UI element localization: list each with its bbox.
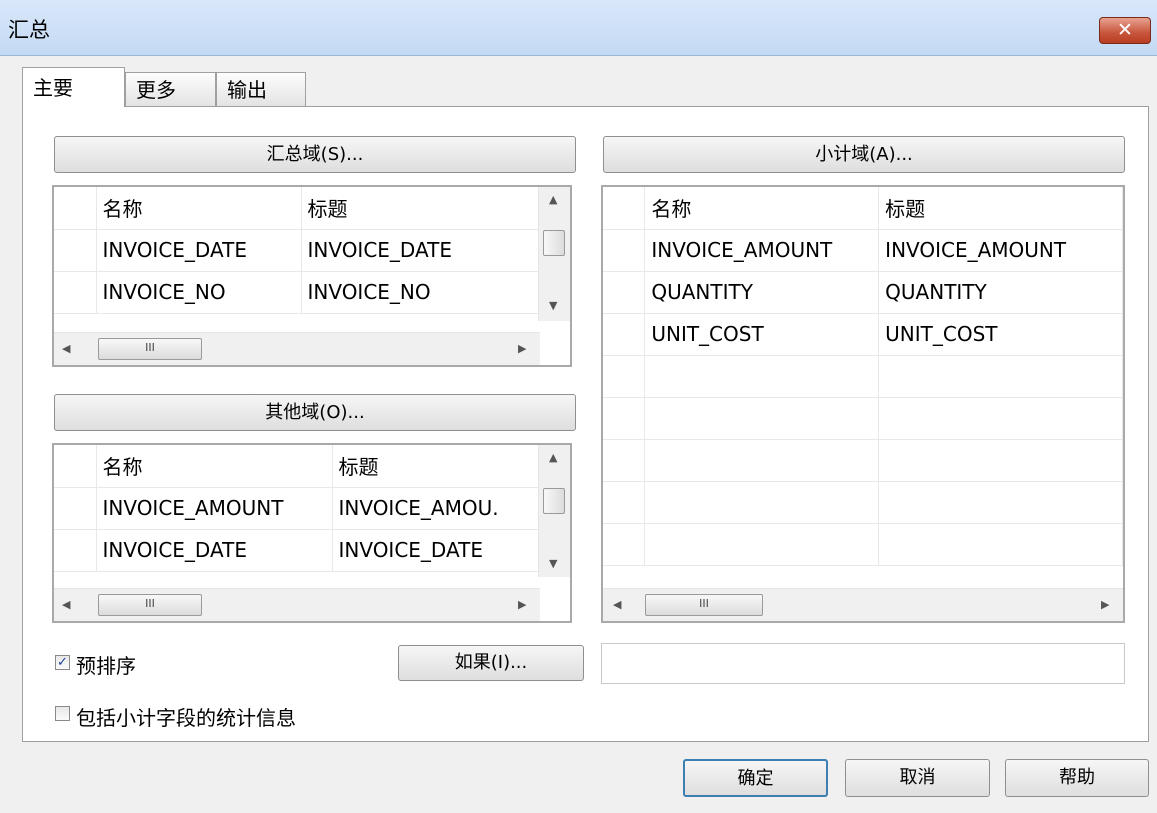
help-button[interactable]: 帮助 xyxy=(1005,759,1149,797)
cancel-button[interactable]: 取消 xyxy=(845,759,990,797)
ok-button[interactable]: 确定 xyxy=(683,759,828,797)
presort-checkbox[interactable]: ✓ xyxy=(55,655,70,670)
table-row[interactable]: UNIT_COST UNIT_COST xyxy=(603,313,1123,356)
scroll-right-icon[interactable]: ▶ xyxy=(518,598,526,611)
column-header-name[interactable]: 名称 xyxy=(96,445,333,488)
scroll-right-icon[interactable]: ▶ xyxy=(1101,598,1109,611)
cell-title[interactable]: INVOICE_NO xyxy=(301,271,542,314)
checkmark-icon: ✓ xyxy=(57,655,68,670)
cell-name[interactable]: INVOICE_AMOUNT xyxy=(96,487,333,530)
cell-name[interactable]: INVOICE_DATE xyxy=(96,229,302,272)
other-fields-button[interactable]: 其他域(O)... xyxy=(54,394,576,431)
cell-name[interactable]: INVOICE_DATE xyxy=(96,529,333,572)
column-header-title[interactable]: 标题 xyxy=(301,187,542,230)
subtotal-fields-grid[interactable]: 名称 标题 INVOICE_AMOUNT INVOICE_AMOUNT QUAN… xyxy=(601,185,1125,623)
horizontal-scrollbar[interactable]: ◀ III ▶ xyxy=(54,332,540,365)
cell-name[interactable]: QUANTITY xyxy=(644,271,880,314)
scroll-thumb[interactable] xyxy=(543,488,565,514)
cell-title[interactable]: UNIT_COST xyxy=(878,313,1123,356)
scroll-thumb[interactable]: III xyxy=(645,594,763,616)
column-header-name[interactable]: 名称 xyxy=(96,187,302,230)
table-row[interactable]: INVOICE_AMOUNT INVOICE_AMOU. xyxy=(54,487,543,530)
scroll-left-icon[interactable]: ◀ xyxy=(613,598,621,611)
include-stats-checkbox[interactable] xyxy=(55,706,70,721)
other-fields-grid[interactable]: 名称 标题 INVOICE_AMOUNT INVOICE_AMOU. INVOI… xyxy=(52,443,572,623)
tab-output[interactable]: 输出 xyxy=(216,72,306,106)
column-header-title[interactable]: 标题 xyxy=(332,445,543,488)
tab-main[interactable]: 主要 xyxy=(22,67,125,107)
tab-output-label: 输出 xyxy=(227,78,267,102)
vertical-scrollbar[interactable]: ▲ ▼ xyxy=(538,445,570,577)
cell-title[interactable]: INVOICE_DATE xyxy=(301,229,542,272)
tab-more[interactable]: 更多 xyxy=(125,72,216,106)
cell-name[interactable]: UNIT_COST xyxy=(644,313,880,356)
scroll-right-icon[interactable]: ▶ xyxy=(518,342,526,355)
horizontal-scrollbar[interactable]: ◀ III ▶ xyxy=(603,588,1123,621)
summary-fields-button[interactable]: 汇总域(S)... xyxy=(54,136,576,173)
tab-more-label: 更多 xyxy=(136,78,176,102)
table-header-row: 名称 标题 xyxy=(54,187,542,230)
tab-main-label: 主要 xyxy=(33,76,73,100)
cell-title[interactable]: INVOICE_AMOUNT xyxy=(878,229,1123,272)
scroll-left-icon[interactable]: ◀ xyxy=(62,342,70,355)
if-condition-field[interactable] xyxy=(601,643,1125,684)
scroll-thumb[interactable]: III xyxy=(98,594,202,616)
summary-fields-grid[interactable]: 名称 标题 INVOICE_DATE INVOICE_DATE INVOICE_… xyxy=(52,185,572,367)
cell-title[interactable]: INVOICE_DATE xyxy=(332,529,543,572)
table-row[interactable]: INVOICE_AMOUNT INVOICE_AMOUNT xyxy=(603,229,1123,272)
table-row[interactable]: INVOICE_NO INVOICE_NO xyxy=(54,271,542,314)
cell-name[interactable]: INVOICE_NO xyxy=(96,271,302,314)
table-row[interactable] xyxy=(603,481,1123,524)
subtotal-fields-table: 名称 标题 INVOICE_AMOUNT INVOICE_AMOUNT QUAN… xyxy=(603,187,1123,566)
table-row[interactable]: QUANTITY QUANTITY xyxy=(603,271,1123,314)
include-stats-label: 包括小计字段的统计信息 xyxy=(76,706,296,730)
table-row[interactable]: INVOICE_DATE INVOICE_DATE xyxy=(54,529,543,572)
summary-fields-table: 名称 标题 INVOICE_DATE INVOICE_DATE INVOICE_… xyxy=(54,187,542,314)
table-row[interactable] xyxy=(603,439,1123,482)
window-title: 汇总 xyxy=(8,18,50,42)
table-row[interactable]: INVOICE_DATE INVOICE_DATE xyxy=(54,229,542,272)
presort-label: 预排序 xyxy=(76,654,136,678)
close-icon: ✕ xyxy=(1117,19,1133,41)
cell-title[interactable]: QUANTITY xyxy=(878,271,1123,314)
table-row[interactable] xyxy=(603,397,1123,440)
scroll-thumb[interactable]: III xyxy=(98,338,202,360)
scroll-down-icon[interactable]: ▼ xyxy=(549,299,557,312)
scroll-down-icon[interactable]: ▼ xyxy=(549,557,557,570)
table-header-row: 名称 标题 xyxy=(603,187,1123,230)
title-bar: 汇总 ✕ xyxy=(0,0,1157,56)
cell-title[interactable]: INVOICE_AMOU. xyxy=(332,487,543,530)
horizontal-scrollbar[interactable]: ◀ III ▶ xyxy=(54,588,540,621)
table-header-row: 名称 标题 xyxy=(54,445,543,488)
table-row[interactable] xyxy=(603,355,1123,398)
cell-name[interactable]: INVOICE_AMOUNT xyxy=(644,229,880,272)
other-fields-table: 名称 标题 INVOICE_AMOUNT INVOICE_AMOU. INVOI… xyxy=(54,445,543,572)
scroll-left-icon[interactable]: ◀ xyxy=(62,598,70,611)
column-header-name[interactable]: 名称 xyxy=(644,187,880,230)
scroll-up-icon[interactable]: ▲ xyxy=(549,193,557,206)
column-header-title[interactable]: 标题 xyxy=(878,187,1123,230)
close-button[interactable]: ✕ xyxy=(1099,17,1151,44)
table-row[interactable] xyxy=(603,523,1123,566)
scroll-up-icon[interactable]: ▲ xyxy=(549,451,557,464)
if-condition-button[interactable]: 如果(I)... xyxy=(398,645,584,681)
subtotal-fields-button[interactable]: 小计域(A)... xyxy=(603,136,1125,173)
vertical-scrollbar[interactable]: ▲ ▼ xyxy=(538,187,570,321)
scroll-thumb[interactable] xyxy=(543,230,565,256)
